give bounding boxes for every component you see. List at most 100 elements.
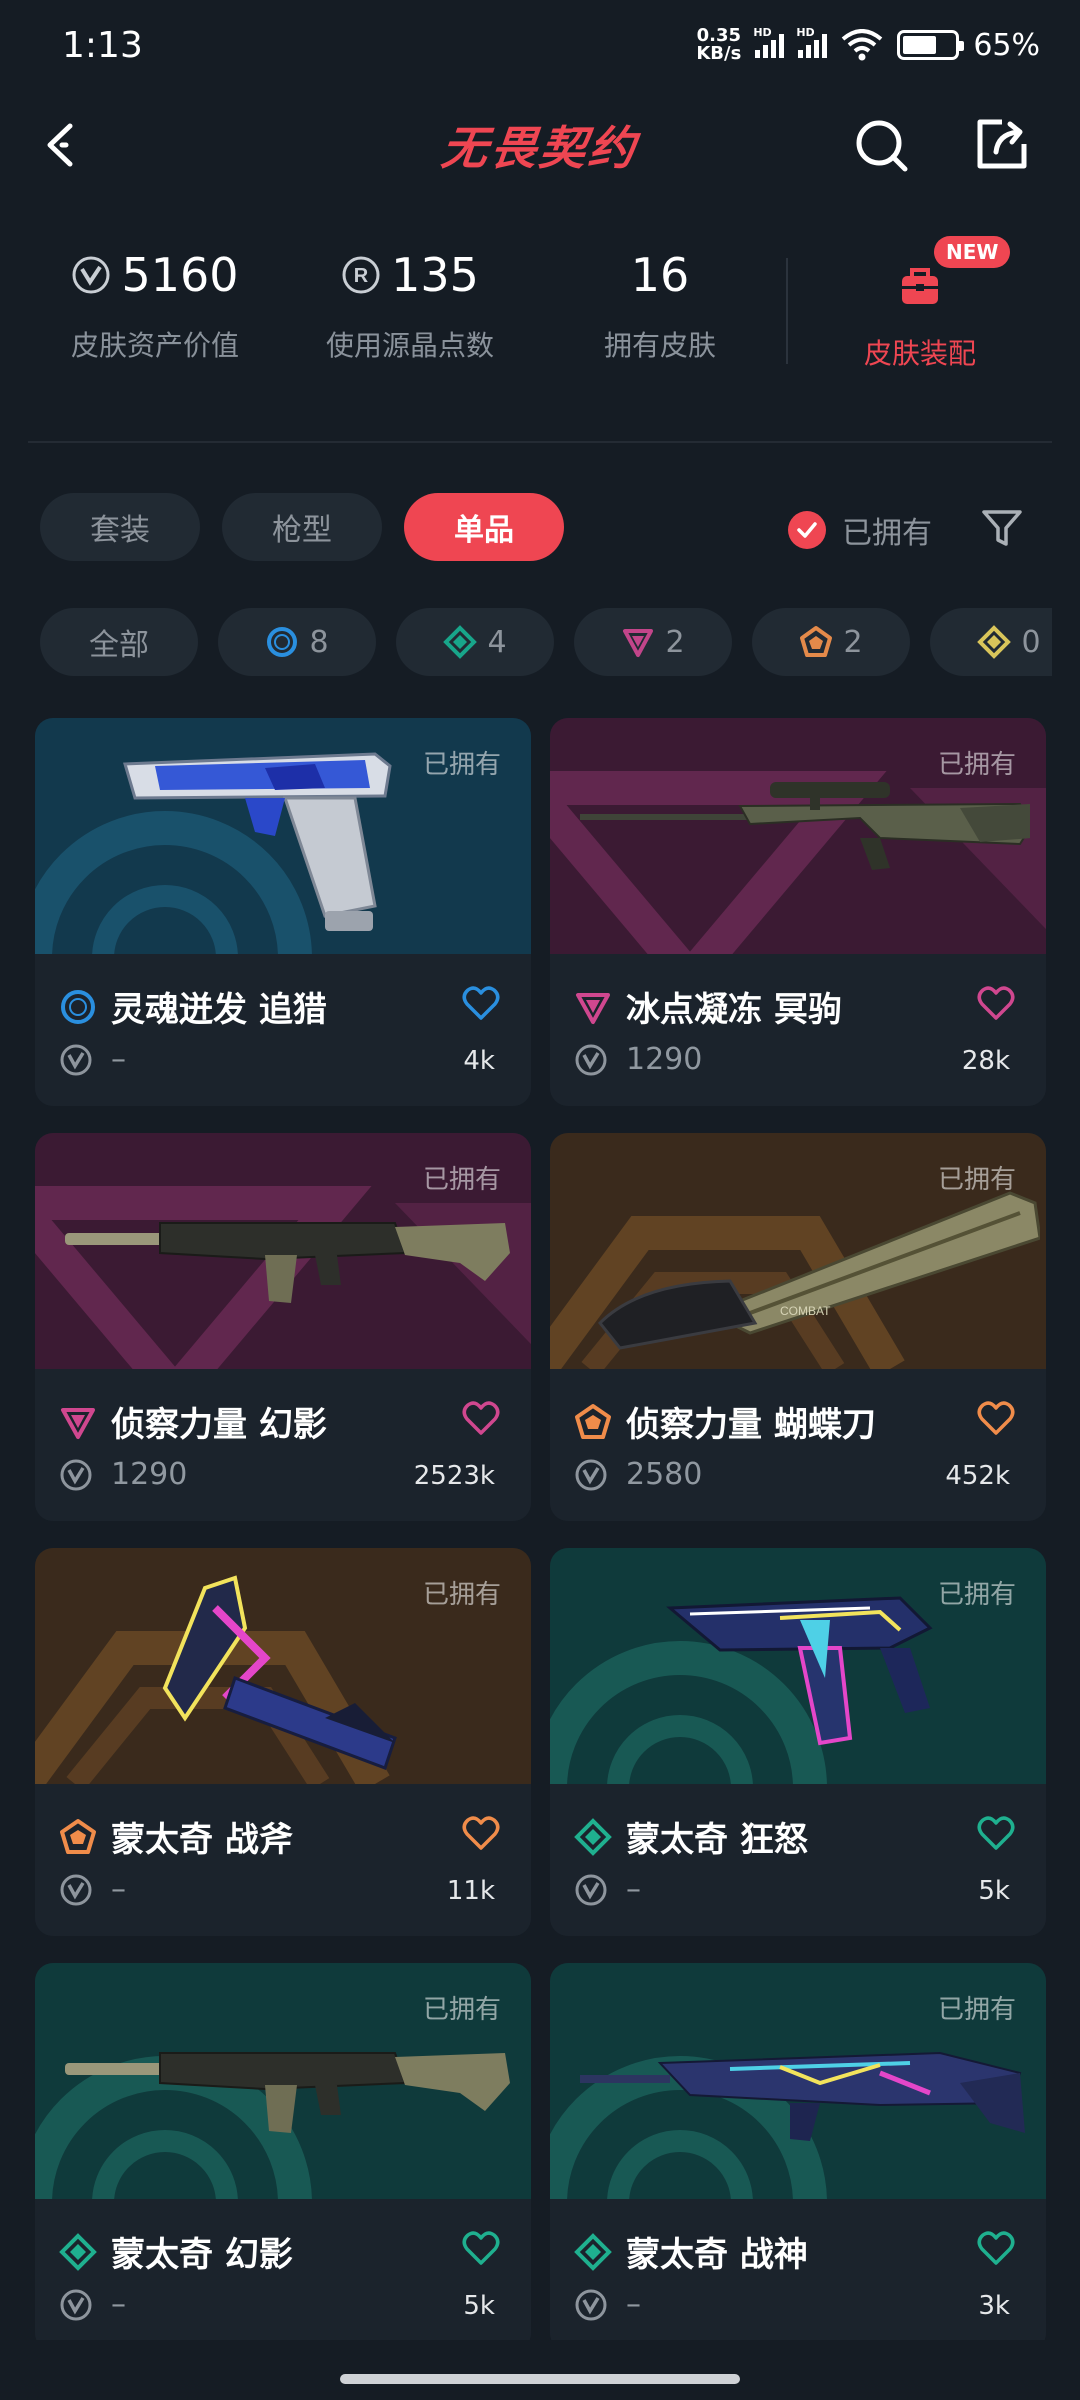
like-count: 4k [463, 1046, 495, 1076]
skin-price: 1290 [111, 1457, 188, 1492]
stats-divider [786, 258, 788, 364]
owned-tag: 已拥有 [422, 750, 501, 780]
owned-skins-value: 16 [630, 248, 690, 302]
owned-tag: 已拥有 [422, 1165, 501, 1195]
skin-price: 1290 [626, 1042, 703, 1077]
skin-loadout-button[interactable]: NEW 皮肤装配 [820, 236, 1020, 372]
radianite-label: 使用源晶点数 [325, 329, 494, 362]
skin-price: – [111, 1872, 126, 1907]
chip-ultra-count: 0 [1021, 624, 1041, 660]
valorant-points-icon [60, 2289, 92, 2320]
status-icons: 0.35 KB/s HD HD 65% [696, 26, 1040, 63]
rifle-icon [65, 1222, 510, 1303]
skin-card[interactable]: 已拥有 灵魂迸发 追猎 – 4k [35, 718, 531, 1106]
owned-tag: 已拥有 [937, 1580, 1016, 1610]
radianite-icon: R [342, 256, 380, 294]
svg-text:COMBAT: COMBAT [780, 1304, 831, 1318]
skin-info: 蒙太奇 战斧 – 11k [35, 1784, 531, 1936]
skin-price: – [626, 1872, 641, 1907]
skin-price: 2580 [626, 1457, 703, 1492]
skin-preview: COMBAT 已拥有 [550, 1133, 1046, 1369]
skin-preview: 已拥有 [35, 1963, 531, 2199]
like-count: 28k [961, 1046, 1010, 1076]
battery-icon [897, 30, 965, 60]
exclusive-tier-icon [575, 1403, 611, 1439]
status-time: 1:13 [62, 24, 143, 66]
favorite-heart-icon[interactable] [461, 1399, 501, 1439]
back-icon[interactable] [40, 118, 94, 172]
share-icon[interactable] [972, 114, 1032, 174]
skin-price: – [111, 1042, 126, 1077]
like-count: 5k [978, 1876, 1010, 1906]
premium-tier-icon [623, 629, 654, 657]
rarity-filter-chips: 全部 8 4 2 2 0 [40, 608, 1052, 676]
chip-premium-tier[interactable]: 2 [574, 608, 732, 676]
owned-tag: 已拥有 [937, 1995, 1016, 2025]
sniper-icon [580, 782, 1030, 870]
skin-card[interactable]: 已拥有 侦察力量 幻影 1290 2523k [35, 1133, 531, 1521]
skin-name: 灵魂迸发 追猎 [111, 990, 327, 1030]
favorite-heart-icon[interactable] [976, 1399, 1016, 1439]
skin-loadout-label: 皮肤装配 [863, 337, 976, 370]
tab-single-items[interactable]: 单品 [404, 493, 564, 561]
chip-exclusive-tier[interactable]: 2 [752, 608, 910, 676]
select-tier-icon [61, 989, 95, 1024]
signal-icon-2: HD [796, 26, 828, 58]
owned-filter-toggle[interactable]: 已拥有 [788, 508, 932, 552]
favorite-heart-icon[interactable] [976, 2229, 1016, 2269]
pistol-icon [123, 752, 392, 931]
skin-info: 蒙太奇 狂怒 – 5k [550, 1784, 1046, 1936]
network-speed: 0.35 KB/s [696, 27, 741, 63]
tab-sets[interactable]: 套装 [40, 493, 200, 561]
favorite-heart-icon[interactable] [461, 984, 501, 1024]
skin-info: 蒙太奇 幻影 – 5k [35, 2199, 531, 2351]
asset-value-label: 皮肤资产价值 [70, 329, 239, 362]
new-badge: NEW [934, 236, 1011, 268]
stat-owned-skins: 16 拥有皮肤 [560, 240, 760, 364]
favorite-heart-icon[interactable] [976, 1814, 1016, 1854]
skin-card[interactable]: 已拥有 冰点凝冻 冥驹 1290 28k [550, 718, 1046, 1106]
skin-info: 侦察力量 蝴蝶刀 2580 452k [550, 1369, 1046, 1521]
valorant-points-icon [575, 1459, 607, 1490]
skin-name: 蒙太奇 战神 [626, 2235, 808, 2275]
skin-preview: 已拥有 [550, 1963, 1046, 2199]
skin-card[interactable]: 已拥有 蒙太奇 狂怒 – 5k [550, 1548, 1046, 1936]
chip-deluxe-tier[interactable]: 4 [396, 608, 554, 676]
search-icon[interactable] [852, 116, 912, 176]
skin-name: 蒙太奇 狂怒 [626, 1820, 808, 1860]
premium-tier-icon [576, 992, 610, 1024]
valorant-points-icon [575, 2289, 607, 2320]
ultra-tier-icon [977, 625, 1012, 659]
wifi-icon [842, 29, 883, 61]
home-indicator[interactable] [340, 2374, 740, 2384]
radianite-value: 135 [391, 248, 479, 302]
skin-preview: 已拥有 [35, 718, 531, 954]
chip-ultra-tier[interactable]: 0 [930, 608, 1052, 676]
divider [28, 441, 1052, 443]
valorant-points-icon [60, 1874, 92, 1905]
tab-weapon-types[interactable]: 枪型 [222, 493, 382, 561]
like-count: 3k [978, 2291, 1010, 2321]
skin-card[interactable]: 已拥有 蒙太奇 幻影 – 5k [35, 1963, 531, 2351]
skin-name: 侦察力量 幻影 [111, 1405, 327, 1445]
chip-all[interactable]: 全部 [40, 608, 198, 676]
stat-radianite: R 135 使用源晶点数 [300, 240, 520, 364]
favorite-heart-icon[interactable] [976, 984, 1016, 1024]
skin-info: 冰点凝冻 冥驹 1290 28k [550, 954, 1046, 1106]
skin-card[interactable]: 已拥有 蒙太奇 战斧 – 11k [35, 1548, 531, 1936]
deluxe-tier-icon [574, 1817, 612, 1856]
favorite-heart-icon[interactable] [461, 2229, 501, 2269]
skin-card[interactable]: COMBAT 已拥有 侦察力量 蝴蝶刀 2580 452k [550, 1133, 1046, 1521]
skin-card[interactable]: 已拥有 蒙太奇 战神 – 3k [550, 1963, 1046, 2351]
skin-info: 蒙太奇 战神 – 3k [550, 2199, 1046, 2351]
stat-asset-value: 5160 皮肤资产价值 [50, 240, 260, 364]
filter-icon[interactable] [980, 506, 1024, 550]
skin-price: – [111, 2287, 126, 2322]
machine-gun-icon [580, 2051, 1025, 2141]
skin-price: – [626, 2287, 641, 2322]
chip-select-tier[interactable]: 8 [218, 608, 376, 676]
chip-exclusive-count: 2 [843, 624, 863, 660]
valorant-points-icon [72, 256, 110, 294]
rifle-icon [65, 2052, 510, 2133]
favorite-heart-icon[interactable] [461, 1814, 501, 1854]
